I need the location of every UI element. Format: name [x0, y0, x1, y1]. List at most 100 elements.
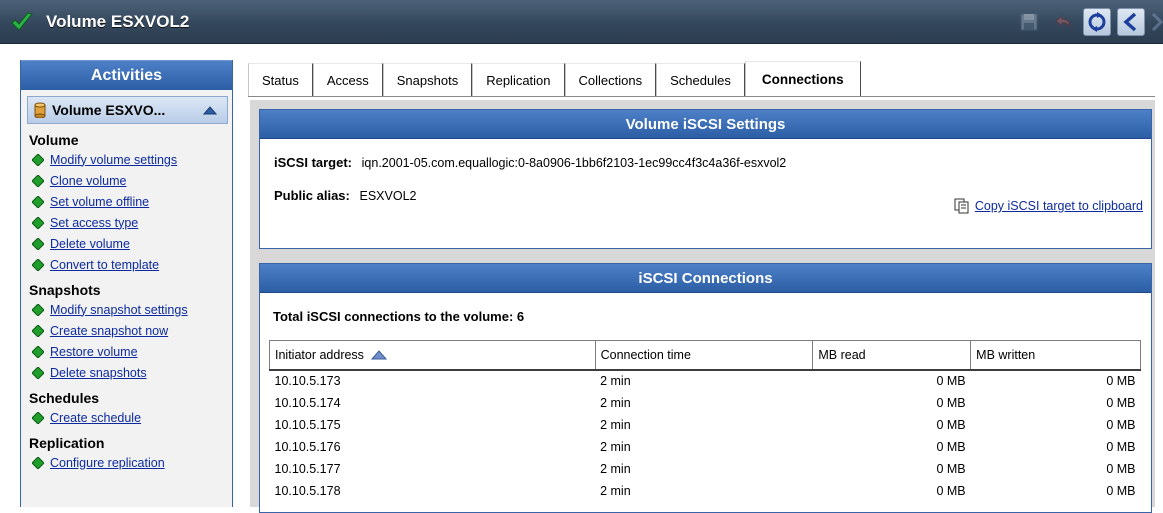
tab-status[interactable]: Status	[248, 63, 313, 97]
table-row[interactable]: 10.10.5.177 2 min 0 MB 0 MB	[270, 458, 1141, 480]
iscsi-target-value: iqn.2001-05.com.equallogic:0-8a0906-1bb6…	[361, 156, 787, 170]
copy-iscsi-target-link[interactable]: Copy iSCSI target to clipboard	[954, 198, 1143, 214]
table-row[interactable]: 10.10.5.174 2 min 0 MB 0 MB	[270, 392, 1141, 414]
section-volume: Volume Modify volume settings Clone volu…	[21, 132, 232, 274]
public-alias-value: ESXVOL2	[359, 189, 417, 203]
forward-icon	[1151, 12, 1163, 32]
link-modify-snapshot-settings[interactable]: Modify snapshot settings	[50, 303, 188, 317]
link-set-access-type[interactable]: Set access type	[50, 216, 138, 230]
table-row[interactable]: 10.10.5.175 2 min 0 MB 0 MB	[270, 414, 1141, 436]
column-header-label: MB written	[976, 347, 1036, 362]
link-convert-to-template[interactable]: Convert to template	[50, 258, 159, 272]
cell-mb-read: 0 MB	[936, 374, 966, 388]
cell-connection-time: 2 min	[600, 395, 631, 410]
window-titlebar: Volume ESXVOL2	[0, 0, 1163, 44]
tab-access[interactable]: Access	[312, 63, 383, 97]
column-header-initiator-address[interactable]: Initiator address	[269, 340, 596, 371]
cell-mb-written: 0 MB	[1106, 483, 1136, 498]
action-modify-snapshot-settings[interactable]: Modify snapshot settings	[32, 300, 232, 319]
back-button[interactable]	[1117, 8, 1145, 36]
refresh-button[interactable]	[1083, 8, 1111, 36]
column-header-mb-read[interactable]: MB read	[812, 340, 972, 371]
column-header-label: MB read	[818, 347, 866, 362]
action-diamond-icon	[32, 345, 44, 358]
copy-iscsi-target-label[interactable]: Copy iSCSI target to clipboard	[975, 199, 1143, 213]
table-header-row: Initiator address Connection time MB rea…	[269, 340, 1141, 371]
action-convert-to-template[interactable]: Convert to template	[32, 255, 232, 274]
cell-mb-read: 0 MB	[936, 439, 966, 454]
save-button[interactable]	[1015, 8, 1043, 36]
cell-connection-time: 2 min	[600, 439, 631, 454]
iscsi-connections-panel: iSCSI Connections Total iSCSI connection…	[259, 263, 1152, 513]
cell-initiator: 10.10.5.176	[274, 439, 341, 454]
activities-panel: Activities Volume ESXVO... Volume Modify…	[20, 60, 233, 507]
action-set-access-type[interactable]: Set access type	[32, 213, 232, 232]
column-header-connection-time[interactable]: Connection time	[594, 340, 814, 371]
cell-initiator: 10.10.5.173	[274, 374, 341, 388]
link-modify-volume-settings[interactable]: Modify volume settings	[50, 153, 177, 167]
tab-bar: Status Access Snapshots Replication Coll…	[248, 61, 861, 97]
action-diamond-icon	[32, 237, 44, 250]
link-configure-replication[interactable]: Configure replication	[50, 456, 165, 470]
public-alias-row: Public alias: ESXVOL2	[274, 188, 416, 203]
copy-clipboard-icon	[954, 198, 969, 214]
action-create-snapshot-now[interactable]: Create snapshot now	[32, 321, 232, 340]
action-diamond-icon	[32, 324, 44, 337]
volume-section-header[interactable]: Volume ESXVO...	[27, 96, 228, 124]
section-title-replication: Replication	[29, 435, 105, 451]
cell-mb-written: 0 MB	[1106, 395, 1136, 410]
volume-cylinder-icon	[34, 102, 46, 118]
public-alias-label: Public alias:	[274, 188, 350, 203]
link-set-volume-offline[interactable]: Set volume offline	[50, 195, 149, 209]
total-connections-text: Total iSCSI connections to the volume: 6	[273, 309, 525, 324]
forward-button[interactable]	[1151, 8, 1163, 36]
tab-schedules[interactable]: Schedules	[656, 63, 745, 97]
section-title-volume: Volume	[29, 132, 79, 148]
cell-connection-time: 2 min	[600, 417, 631, 432]
table-row[interactable]: 10.10.5.173 2 min 0 MB 0 MB	[270, 370, 1141, 392]
window-title: Volume ESXVOL2	[46, 11, 190, 31]
link-clone-volume[interactable]: Clone volume	[50, 174, 126, 188]
cell-mb-written: 0 MB	[1106, 374, 1136, 388]
link-delete-volume[interactable]: Delete volume	[50, 237, 130, 251]
cell-mb-read: 0 MB	[936, 395, 966, 410]
cell-mb-read: 0 MB	[936, 461, 966, 476]
collapse-up-icon[interactable]	[203, 105, 217, 115]
link-create-snapshot-now[interactable]: Create snapshot now	[50, 324, 168, 338]
status-ok-check-icon	[11, 11, 33, 31]
action-create-schedule[interactable]: Create schedule	[32, 408, 232, 427]
tab-connections[interactable]: Connections	[744, 61, 861, 97]
iscsi-target-row: iSCSI target: iqn.2001-05.com.equallogic…	[274, 155, 786, 170]
action-modify-volume-settings[interactable]: Modify volume settings	[32, 150, 232, 169]
tab-divider	[248, 96, 1155, 97]
undo-button[interactable]	[1049, 8, 1077, 36]
tab-content-area: Volume iSCSI Settings iSCSI target: iqn.…	[250, 100, 1155, 513]
table-row[interactable]: 10.10.5.176 2 min 0 MB 0 MB	[270, 436, 1141, 458]
action-set-volume-offline[interactable]: Set volume offline	[32, 192, 232, 211]
tab-collections[interactable]: Collections	[564, 63, 657, 97]
link-delete-snapshots[interactable]: Delete snapshots	[50, 366, 147, 380]
action-diamond-icon	[32, 153, 44, 166]
action-clone-volume[interactable]: Clone volume	[32, 171, 232, 190]
tab-replication[interactable]: Replication	[472, 63, 565, 97]
panel-title-iscsi-settings: Volume iSCSI Settings	[260, 110, 1151, 139]
table-row[interactable]: 10.10.5.178 2 min 0 MB 0 MB	[270, 480, 1141, 502]
cell-connection-time: 2 min	[600, 483, 631, 498]
tab-snapshots[interactable]: Snapshots	[382, 63, 473, 97]
link-restore-volume[interactable]: Restore volume	[50, 345, 138, 359]
action-delete-volume[interactable]: Delete volume	[32, 234, 232, 253]
link-create-schedule[interactable]: Create schedule	[50, 411, 141, 425]
column-header-mb-written[interactable]: MB written	[970, 340, 1141, 371]
action-configure-replication[interactable]: Configure replication	[32, 453, 232, 472]
section-title-snapshots: Snapshots	[29, 282, 101, 298]
action-diamond-icon	[32, 174, 44, 187]
column-header-label: Connection time	[600, 347, 691, 362]
action-restore-volume[interactable]: Restore volume	[32, 342, 232, 361]
action-delete-snapshots[interactable]: Delete snapshots	[32, 363, 232, 382]
cell-mb-read: 0 MB	[936, 417, 966, 432]
cell-connection-time: 2 min	[600, 461, 631, 476]
section-replication: Replication Configure replication	[21, 435, 232, 472]
volume-iscsi-settings-panel: Volume iSCSI Settings iSCSI target: iqn.…	[259, 109, 1152, 249]
cell-initiator: 10.10.5.178	[274, 483, 341, 498]
refresh-icon	[1088, 12, 1106, 32]
